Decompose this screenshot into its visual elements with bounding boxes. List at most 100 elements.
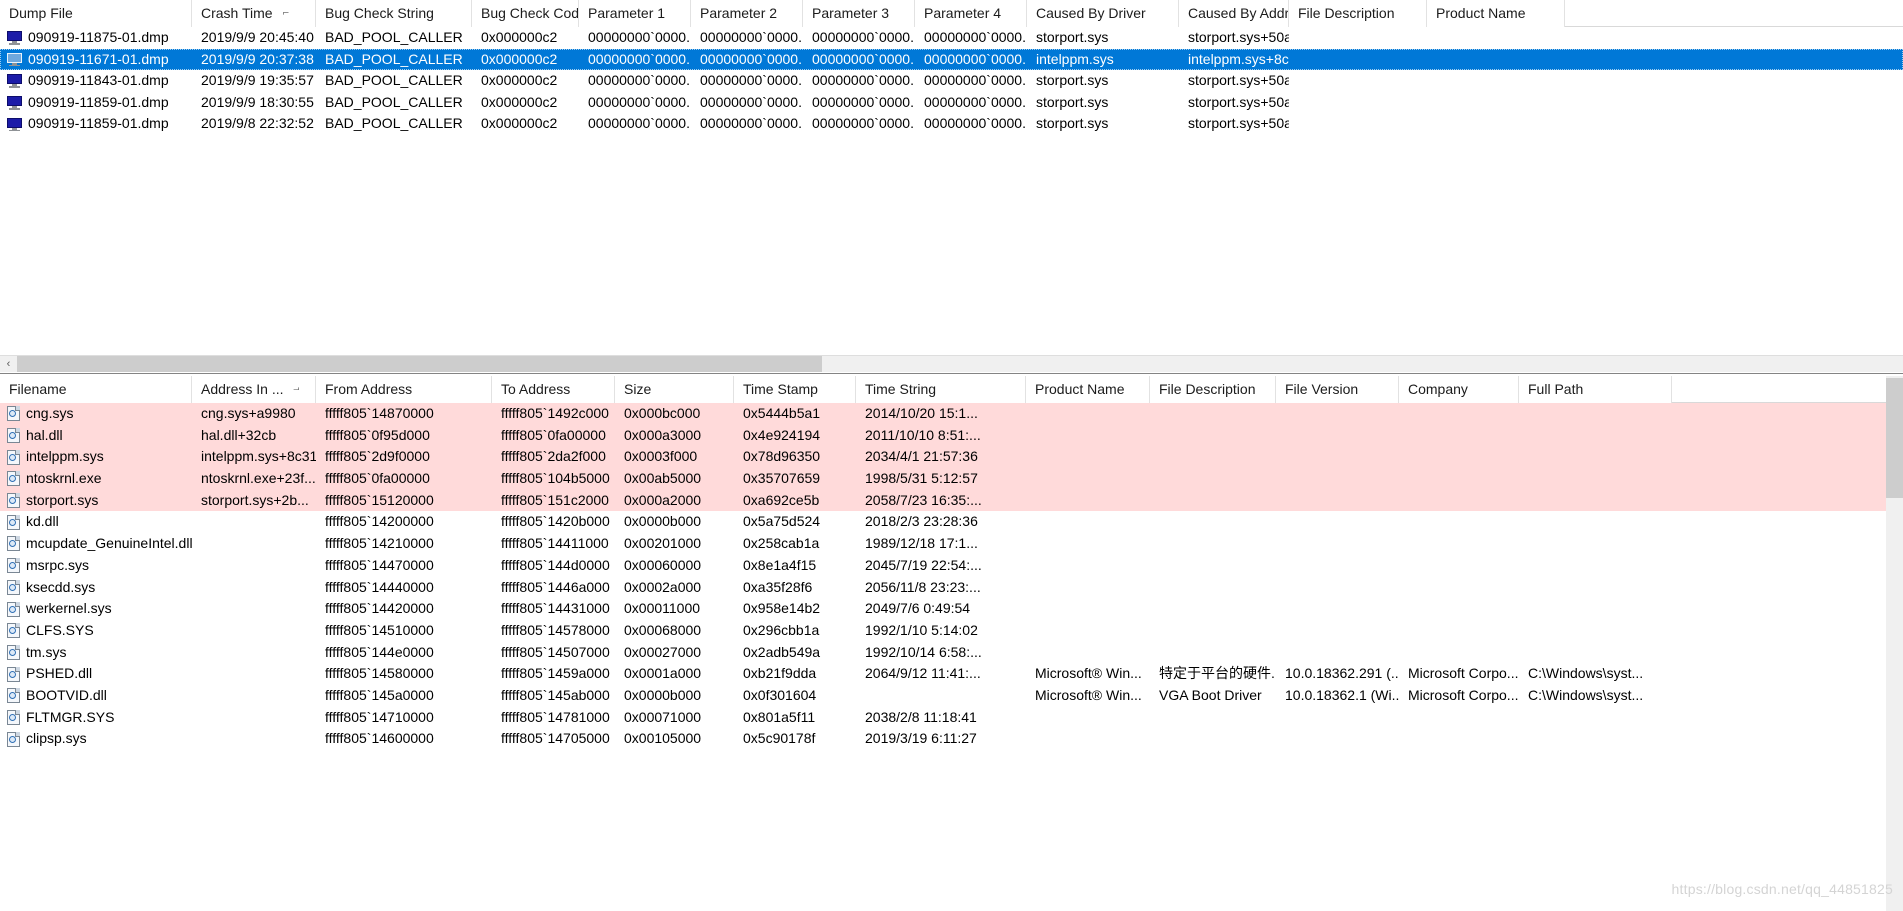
cell-full_path: C:\Windows\syst...	[1519, 663, 1672, 685]
column-header-crash_time[interactable]: Crash Time⌐	[192, 0, 316, 27]
table-row[interactable]: BOOTVID.dllfffff805`145a0000fffff805`145…	[0, 685, 1886, 707]
crash-dumps-header-row[interactable]: Dump FileCrash Time⌐ Bug Check String Bug …	[0, 0, 1903, 27]
column-header-time_stamp[interactable]: Time Stamp	[734, 376, 856, 403]
column-header-parameter_3[interactable]: Parameter 3	[803, 0, 915, 27]
cell-size: 0x00027000	[615, 642, 734, 664]
cell-text: BOOTVID.dll	[26, 685, 107, 707]
column-header-product_name[interactable]: Product Name	[1026, 376, 1150, 403]
loaded-drivers-body[interactable]: cng.syscng.sys+a9980fffff805`14870000fff…	[0, 403, 1886, 911]
scroll-left-arrow-icon[interactable]: ‹	[0, 356, 17, 372]
cell-caused_by_address: intelppm.sys+8c31	[1179, 49, 1289, 71]
table-row[interactable]: msrpc.sysfffff805`14470000fffff805`144d0…	[0, 555, 1886, 577]
cell-time_string: 2011/10/10 8:51:...	[856, 425, 1026, 447]
column-header-full_path[interactable]: Full Path	[1519, 376, 1672, 403]
driver-file-icon	[7, 428, 20, 443]
cell-from_address: fffff805`14200000	[316, 511, 492, 533]
cell-parameter_3: 00000000`0000...	[803, 49, 915, 71]
cell-to_address: fffff805`1492c000	[492, 403, 615, 425]
cell-filename: CLFS.SYS	[0, 620, 192, 642]
table-row[interactable]: PSHED.dllfffff805`14580000fffff805`1459a…	[0, 663, 1886, 685]
table-row[interactable]: mcupdate_GenuineIntel.dllfffff805`142100…	[0, 533, 1886, 555]
column-header-label: Caused By Driver	[1036, 5, 1146, 21]
column-header-size[interactable]: Size	[615, 376, 734, 403]
table-row[interactable]: 090919-11859-01.dmp2019/9/9 18:30:55BAD_…	[0, 92, 1903, 114]
cell-time_string: 1989/12/18 17:1...	[856, 533, 1026, 555]
table-row[interactable]: intelppm.sysintelppm.sys+8c31fffff805`2d…	[0, 446, 1886, 468]
column-header-bug_check_string[interactable]: Bug Check String	[316, 0, 472, 27]
cell-address_in_stack: storport.sys+2b...	[192, 490, 316, 512]
column-header-to_address[interactable]: To Address	[492, 376, 615, 403]
cell-time_stamp: 0x2adb549a	[734, 642, 856, 664]
cell-filename: storport.sys	[0, 490, 192, 512]
table-row[interactable]: hal.dllhal.dll+32cbfffff805`0f95d000ffff…	[0, 425, 1886, 447]
driver-file-icon	[7, 732, 20, 747]
table-row[interactable]: cng.syscng.sys+a9980fffff805`14870000fff…	[0, 403, 1886, 425]
column-header-company[interactable]: Company	[1399, 376, 1519, 403]
cell-text: msrpc.sys	[26, 555, 89, 577]
column-header-dump_file[interactable]: Dump File	[0, 0, 192, 27]
cell-parameter_4: 00000000`0000...	[915, 92, 1027, 114]
table-row[interactable]: CLFS.SYSfffff805`14510000fffff805`145780…	[0, 620, 1886, 642]
scrollbar-thumb[interactable]	[17, 356, 822, 372]
cell-file_description: 特定于平台的硬件...	[1150, 663, 1276, 685]
cell-full_path: C:\Windows\syst...	[1519, 685, 1672, 707]
cell-text: hal.dll	[26, 425, 63, 447]
cell-filename: hal.dll	[0, 425, 192, 447]
cell-filename: mcupdate_GenuineIntel.dll	[0, 533, 192, 555]
cell-from_address: fffff805`0fa00000	[316, 468, 492, 490]
loaded-drivers-vertical-scrollbar[interactable]	[1886, 376, 1903, 911]
cell-time_stamp: 0x78d96350	[734, 446, 856, 468]
column-header-file_description[interactable]: File Description	[1289, 0, 1427, 27]
scrollbar-track[interactable]	[17, 356, 1903, 372]
cell-dump_file: 090919-11875-01.dmp	[0, 27, 192, 49]
column-header-file_description[interactable]: File Description	[1150, 376, 1276, 403]
driver-file-icon	[7, 580, 20, 595]
pane-splitter[interactable]	[0, 373, 1903, 374]
column-header-bug_check_code[interactable]: Bug Check Code	[472, 0, 579, 27]
table-row[interactable]: 090919-11875-01.dmp2019/9/9 20:45:40BAD_…	[0, 27, 1903, 49]
column-header-caused_by_address[interactable]: Caused By Addr...	[1179, 0, 1289, 27]
table-row[interactable]: storport.sysstorport.sys+2b...fffff805`1…	[0, 490, 1886, 512]
loaded-drivers-header-row[interactable]: Filename Address In ...⌐From AddressTo Ad…	[0, 376, 1886, 403]
column-header-from_address[interactable]: From Address	[316, 376, 492, 403]
scrollbar-thumb-vertical[interactable]	[1886, 378, 1903, 498]
column-header-filename[interactable]: Filename	[0, 376, 192, 403]
cell-filename: kd.dll	[0, 511, 192, 533]
crash-dumps-body[interactable]: 090919-11875-01.dmp2019/9/9 20:45:40BAD_…	[0, 27, 1903, 355]
column-header-label: Bug Check String	[325, 5, 434, 21]
table-row[interactable]: werkernel.sysfffff805`14420000fffff805`1…	[0, 598, 1886, 620]
column-header-product_name[interactable]: Product Name	[1427, 0, 1565, 27]
column-header-file_version[interactable]: File Version	[1276, 376, 1399, 403]
table-row[interactable]: 090919-11843-01.dmp2019/9/9 19:35:57BAD_…	[0, 70, 1903, 92]
crash-dumps-pane: Dump FileCrash Time⌐ Bug Check String Bug …	[0, 0, 1903, 355]
table-row[interactable]: tm.sysfffff805`144e0000fffff805`14507000…	[0, 642, 1886, 664]
column-header-label: Filename	[9, 381, 67, 397]
cell-parameter_2: 00000000`0000...	[691, 49, 803, 71]
column-header-label: Company	[1408, 381, 1468, 397]
column-header-label: File Version	[1285, 381, 1358, 397]
table-row[interactable]: clipsp.sysfffff805`14600000fffff805`1470…	[0, 728, 1886, 750]
column-header-time_string[interactable]: Time String	[856, 376, 1026, 403]
cell-size: 0x0001a000	[615, 663, 734, 685]
driver-file-icon	[7, 406, 20, 421]
table-row[interactable]: ntoskrnl.exentoskrnl.exe+23f...fffff805`…	[0, 468, 1886, 490]
column-header-caused_by_driver[interactable]: Caused By Driver	[1027, 0, 1179, 27]
cell-parameter_2: 00000000`0000...	[691, 27, 803, 49]
cell-size: 0x00060000	[615, 555, 734, 577]
crash-dumps-horizontal-scrollbar[interactable]: ‹	[0, 355, 1903, 372]
table-row[interactable]: kd.dllfffff805`14200000fffff805`1420b000…	[0, 511, 1886, 533]
table-row[interactable]: 090919-11671-01.dmp2019/9/9 20:37:38BAD_…	[0, 49, 1903, 71]
cell-time_stamp: 0x35707659	[734, 468, 856, 490]
column-header-parameter_4[interactable]: Parameter 4	[915, 0, 1027, 27]
table-row[interactable]: FLTMGR.SYSfffff805`14710000fffff805`1478…	[0, 707, 1886, 729]
table-row[interactable]: ksecdd.sysfffff805`14440000fffff805`1446…	[0, 577, 1886, 599]
column-header-address_in_stack[interactable]: Address In ...⌐	[192, 376, 316, 403]
cell-caused_by_driver: storport.sys	[1027, 113, 1179, 135]
column-header-parameter_2[interactable]: Parameter 2	[691, 0, 803, 27]
cell-address_in_stack: cng.sys+a9980	[192, 403, 316, 425]
cell-time_string: 2049/7/6 0:49:54	[856, 598, 1026, 620]
cell-size: 0x000a2000	[615, 490, 734, 512]
column-header-parameter_1[interactable]: Parameter 1	[579, 0, 691, 27]
table-row[interactable]: 090919-11859-01.dmp2019/9/8 22:32:52BAD_…	[0, 113, 1903, 135]
cell-time_string: 1998/5/31 5:12:57	[856, 468, 1026, 490]
